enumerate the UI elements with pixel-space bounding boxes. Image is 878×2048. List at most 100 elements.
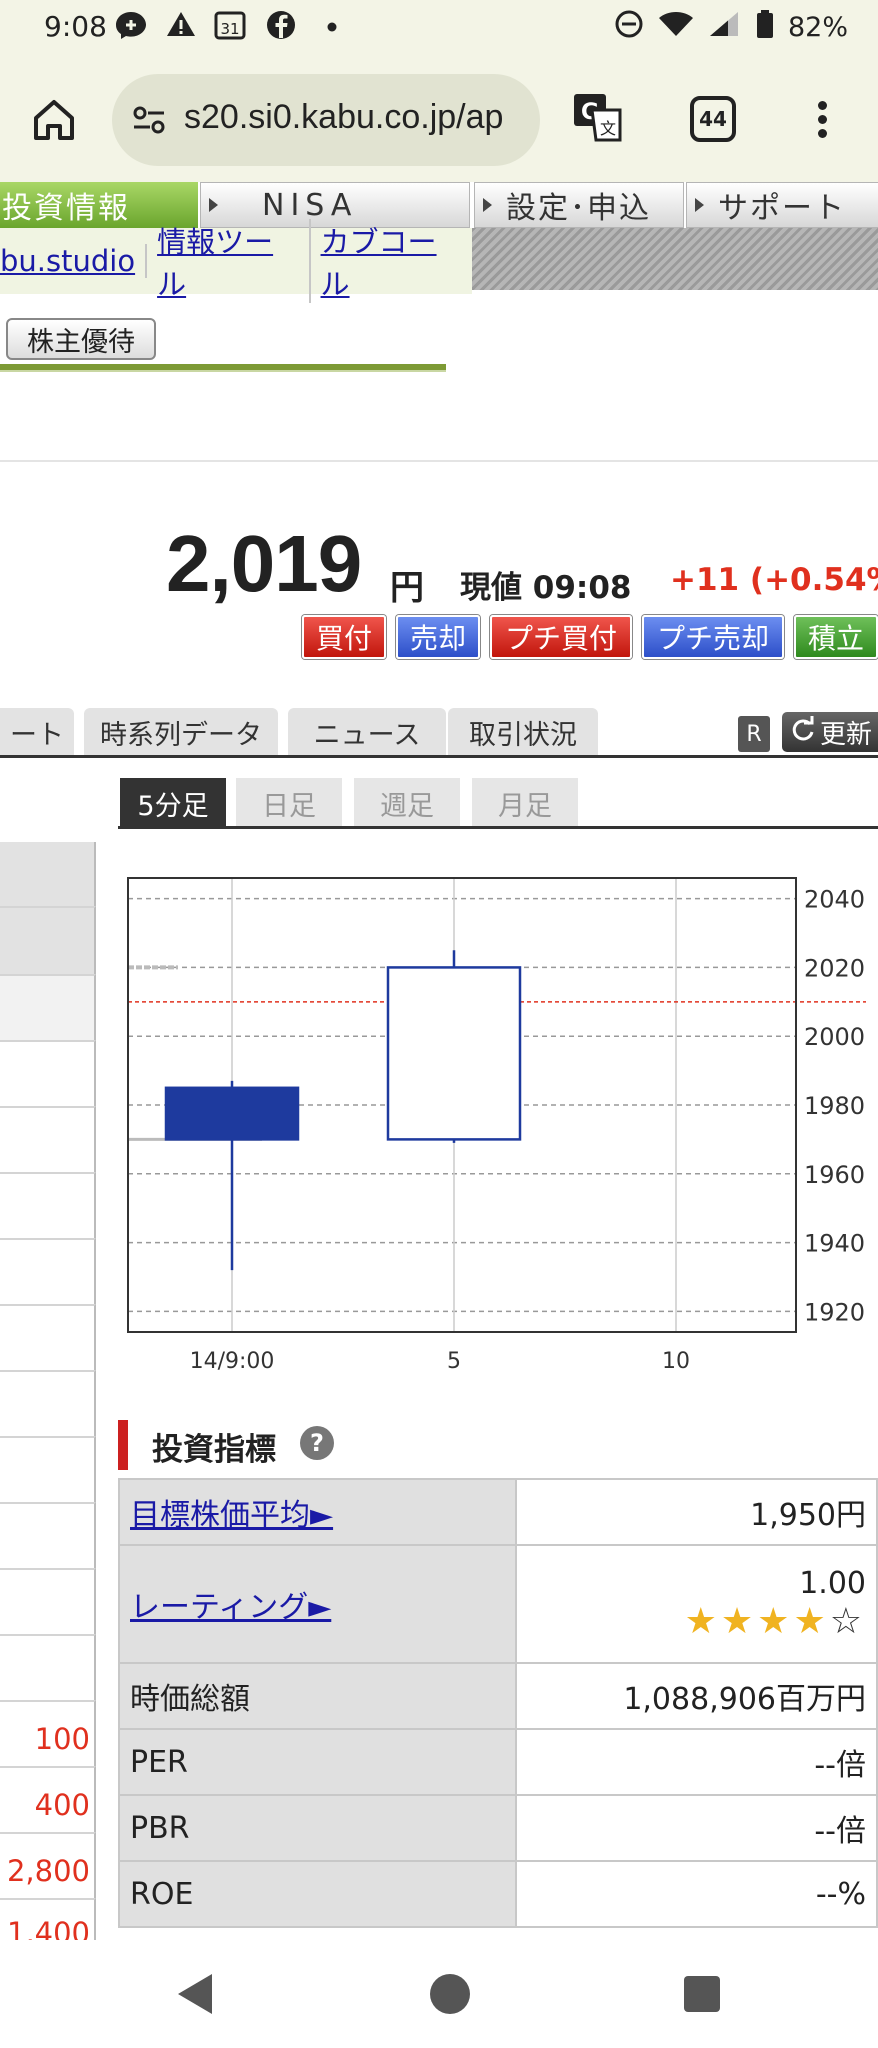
alert-icon	[166, 10, 196, 45]
current-price: 2,019	[166, 519, 362, 608]
table-row: PER --倍	[118, 1728, 878, 1796]
tab-trade-status[interactable]: 取引状況	[448, 708, 598, 756]
table-key: 時価総額	[118, 1662, 517, 1730]
site-nav: 投資情報 NISA 設定･申込 サポート bu.studio 情報ツール カブコ…	[0, 182, 878, 303]
petit-sell-button[interactable]: プチ売却	[642, 615, 784, 659]
nav-tab-label: 設定･申込	[506, 191, 651, 226]
table-cell-value: 400	[34, 1788, 90, 1822]
arrow-right-icon	[695, 198, 704, 212]
table-cell-value: 1,400	[6, 1916, 90, 1940]
refresh-icon	[790, 715, 816, 749]
period-tab-weekly[interactable]: 週足	[354, 778, 460, 828]
period-tab-monthly[interactable]: 月足	[472, 778, 578, 828]
table-cell-value: 2,800	[6, 1854, 90, 1888]
petit-buy-button[interactable]: プチ買付	[490, 615, 632, 659]
buy-button[interactable]: 買付	[302, 615, 386, 659]
link-info-tools[interactable]: 情報ツール	[147, 219, 311, 303]
table-row: PBR --倍	[118, 1794, 878, 1862]
section-marker	[118, 1420, 128, 1470]
divider	[0, 364, 446, 372]
y-tick-label: 2020	[804, 954, 865, 982]
table-row	[0, 1436, 96, 1502]
table-value: --%	[515, 1860, 878, 1928]
back-icon[interactable]	[178, 1974, 212, 2014]
table-row	[0, 1172, 96, 1238]
battery-percent: 82%	[787, 12, 848, 43]
translate-icon[interactable]: G文	[572, 92, 624, 144]
y-tick-label: 1920	[804, 1298, 865, 1326]
y-tick-label: 1960	[804, 1161, 865, 1189]
rating-stars: ★★★★☆	[527, 1601, 866, 1642]
table-value: 1.00 ★★★★☆	[515, 1544, 878, 1664]
r-button[interactable]: R	[738, 716, 770, 752]
period-tab-daily[interactable]: 日足	[236, 778, 342, 828]
url-text: s20.si0.kabu.co.jp/ap	[184, 98, 504, 136]
tab-chart[interactable]: ート	[0, 708, 74, 756]
site-settings-icon[interactable]	[132, 104, 166, 136]
table-key: PER	[118, 1728, 517, 1796]
recents-icon[interactable]	[684, 1976, 720, 2012]
accumulate-button[interactable]: 積立	[794, 615, 878, 659]
price-change: +11 (+0.54%)	[670, 562, 878, 598]
divider	[0, 460, 878, 462]
nav-tab-support[interactable]: サポート	[686, 182, 878, 228]
table-row: レーティング► 1.00 ★★★★☆	[118, 1544, 878, 1664]
signal-icon	[708, 10, 742, 45]
candle-body	[164, 1086, 300, 1141]
system-nav-bar	[0, 1940, 878, 2048]
tab-timeseries[interactable]: 時系列データ	[84, 708, 278, 756]
facebook-icon	[266, 10, 296, 47]
svg-text:文: 文	[600, 119, 616, 138]
table-key: PBR	[118, 1794, 517, 1862]
battery-icon	[756, 9, 774, 46]
refresh-button[interactable]: 更新	[782, 712, 878, 752]
star-icon: ★★★★	[684, 1601, 830, 1642]
nav-tab-settings[interactable]: 設定･申込	[474, 182, 684, 228]
messenger-icon	[114, 10, 148, 47]
table-value: 1,950円	[515, 1478, 878, 1546]
arrow-right-icon	[483, 198, 492, 212]
indicators-table: 目標株価平均► 1,950円 レーティング► 1.00 ★★★★☆ 時価総額 1…	[118, 1478, 878, 1928]
link-kabu-studio[interactable]: bu.studio	[0, 244, 148, 278]
more-menu-icon[interactable]	[812, 98, 832, 142]
star-empty-icon: ☆	[829, 1601, 866, 1642]
status-time: 9:08	[44, 10, 107, 43]
url-bar[interactable]: s20.si0.kabu.co.jp/ap	[112, 74, 540, 166]
table-value: --倍	[515, 1728, 878, 1796]
screen: 9:08 31 82% s20.si0.kabu.co.jp/ap G 文 44…	[0, 0, 878, 2048]
candle-body	[386, 966, 522, 1141]
tab-news[interactable]: ニュース	[288, 708, 446, 756]
help-icon[interactable]: ?	[300, 1426, 334, 1460]
y-tick-label: 2040	[804, 886, 865, 914]
table-row: 時価総額 1,088,906百万円	[118, 1662, 878, 1730]
rating-link[interactable]: レーティング►	[130, 1590, 331, 1625]
link-kabucall[interactable]: カブコール	[311, 219, 472, 303]
table-row	[0, 974, 96, 1040]
period-tab-5min[interactable]: 5分足	[120, 778, 226, 828]
table-row: 目標株価平均► 1,950円	[118, 1478, 878, 1546]
table-value: 1,088,906百万円	[515, 1662, 878, 1730]
dot-icon	[326, 14, 338, 44]
svg-text:31: 31	[220, 20, 239, 38]
y-tick-label: 1940	[804, 1230, 865, 1258]
home-circle-icon[interactable]	[430, 1974, 470, 2014]
price-unit: 円	[390, 568, 424, 608]
price-time: 現値 09:08	[460, 570, 632, 606]
table-key: レーティング►	[118, 1544, 517, 1664]
table-row	[0, 1106, 96, 1172]
wifi-icon	[658, 10, 694, 45]
y-tick-label: 1980	[804, 1092, 865, 1120]
status-right: 82%	[614, 9, 848, 46]
shareholder-benefits-button[interactable]: 株主優待	[6, 318, 156, 360]
home-icon[interactable]	[30, 96, 78, 144]
rating-value: 1.00	[799, 1566, 866, 1601]
tab-switcher-button[interactable]: 44	[690, 96, 736, 142]
table-row	[0, 1370, 96, 1436]
target-price-link[interactable]: 目標株価平均►	[130, 1498, 333, 1533]
table-cell-value: 100	[34, 1722, 90, 1756]
status-bar: 9:08 31 82%	[0, 0, 878, 58]
divider	[118, 826, 878, 829]
price-chart: 2040 2020 2000 1980 1960 1940 1920 14/9:00 5 10	[127, 877, 866, 1374]
sell-button[interactable]: 売却	[396, 615, 480, 659]
nav-hatch-divider	[472, 228, 878, 290]
